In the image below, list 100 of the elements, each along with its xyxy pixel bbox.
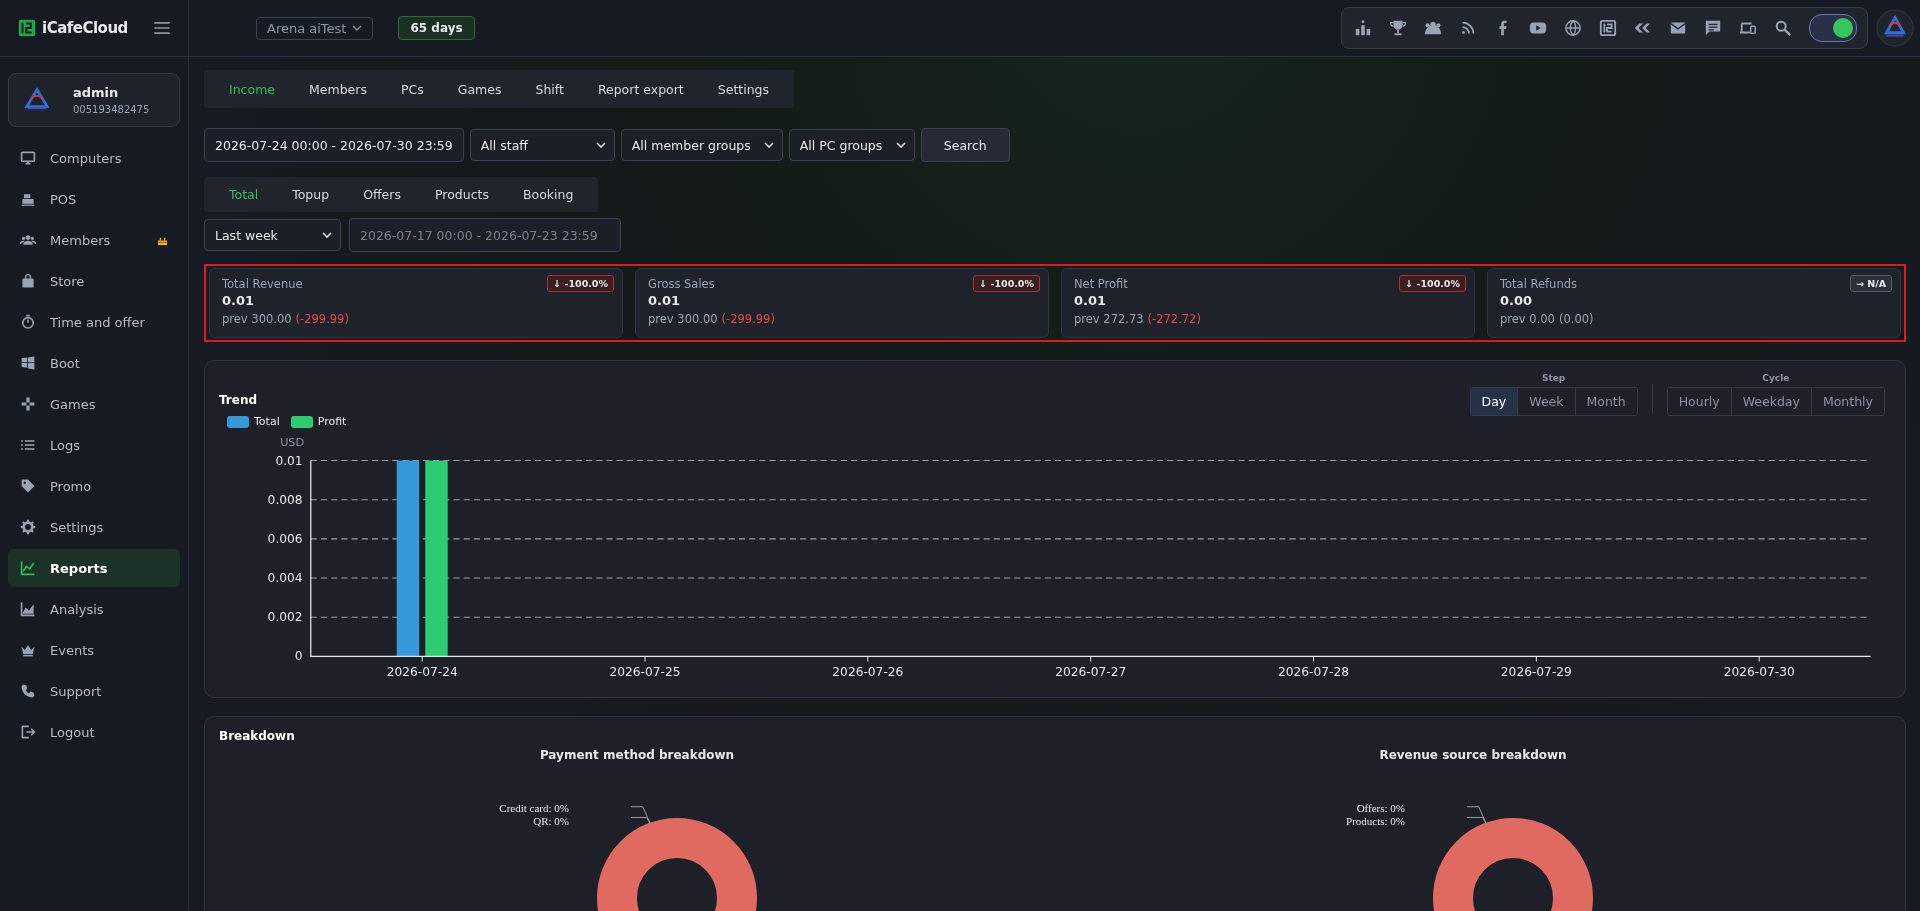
card-value: 0.01	[1074, 293, 1108, 308]
profile-id: 005193482475	[73, 104, 150, 115]
segment-button[interactable]: Day	[1470, 388, 1518, 415]
gamepad-icon	[20, 396, 36, 412]
tab[interactable]: Income	[212, 81, 292, 97]
segment-button[interactable]: Weekday	[1730, 388, 1811, 415]
slice-label: Products: 0%	[1346, 814, 1405, 828]
previous-value: prev 300.00	[222, 312, 292, 326]
search-button[interactable]: Search	[920, 128, 1010, 162]
segment-button[interactable]: Month	[1574, 388, 1637, 415]
bag-icon	[20, 273, 36, 289]
tab[interactable]: Booking	[505, 187, 591, 202]
chevron-down-icon	[895, 142, 906, 148]
panel-title: Breakdown	[219, 728, 295, 743]
days-badge: 65 days	[398, 16, 475, 40]
sidebar-item[interactable]: Computers	[8, 139, 180, 177]
tab[interactable]: Settings	[700, 81, 787, 97]
period-dropdown[interactable]: Last week	[204, 219, 341, 251]
sidebar-item[interactable]: Reports	[8, 549, 180, 587]
card-value: 0.01	[222, 293, 256, 308]
rss-icon[interactable]	[1459, 19, 1477, 37]
sidebar-item[interactable]: Time and offer	[8, 303, 180, 341]
sidebar-item[interactable]: Logout	[8, 713, 180, 751]
chart-bar[interactable]	[396, 460, 420, 657]
chart-title: Payment method breakdown	[539, 747, 735, 762]
change-amount: (-299.99)	[295, 312, 349, 326]
segment-button[interactable]: Week	[1517, 388, 1575, 415]
axis-tick-label: 0.008	[267, 492, 303, 507]
chevron-down-icon	[322, 232, 332, 238]
tab[interactable]: Total	[212, 187, 276, 202]
globe-icon[interactable]	[1564, 19, 1582, 37]
staff-dropdown[interactable]: All staff	[469, 129, 615, 161]
change-badge: ↓ -100.0%	[973, 275, 1040, 292]
leader-line	[631, 805, 651, 825]
axis-tick-label: 0.006	[267, 531, 303, 546]
monitor-icon	[20, 150, 36, 166]
segment-button[interactable]: Hourly	[1667, 388, 1731, 415]
previous-value: prev 300.00	[648, 312, 718, 326]
sidebar-item[interactable]: Store	[8, 262, 180, 300]
pc-group-dropdown[interactable]: All PC groups	[788, 129, 915, 161]
legend-label: Total	[254, 415, 280, 428]
sidebar-item[interactable]: Games	[8, 385, 180, 423]
member-group-dropdown[interactable]: All member groups	[620, 129, 783, 161]
axis-tick-label: 2026-07-25	[609, 664, 681, 679]
tab[interactable]: Report export	[580, 81, 701, 97]
avatar-logo-icon[interactable]	[1876, 9, 1914, 47]
sidebar-item[interactable]: Boot	[8, 344, 180, 382]
panel-title: Trend	[219, 393, 259, 407]
profile-name: admin	[73, 85, 120, 100]
tab[interactable]: Offers	[346, 187, 418, 202]
tab[interactable]: Topup	[275, 187, 347, 202]
gear-icon	[20, 519, 36, 535]
card-title: Net Profit	[1074, 276, 1128, 291]
change-amount: (-272.72)	[1147, 312, 1201, 326]
brand-name: iCafeCloud	[42, 19, 129, 37]
toggle-switch[interactable]	[1809, 14, 1857, 42]
sidebar-item[interactable]: Members	[8, 221, 180, 259]
axis-tick-label: 2026-07-29	[1500, 664, 1572, 679]
tab[interactable]: Products	[417, 187, 506, 202]
leaderboard-icon[interactable]	[1354, 19, 1372, 37]
slice-label: Credit card: 0%	[499, 801, 569, 815]
area-icon	[20, 601, 36, 617]
profile-card[interactable]: admin 005193482475	[8, 73, 180, 127]
sidebar-item[interactable]: Logs	[8, 426, 180, 464]
sidebar-item[interactable]: POS	[8, 180, 180, 218]
slice-label: Offers: 0%	[1356, 801, 1405, 815]
logo-icon[interactable]	[1599, 19, 1617, 37]
chart-icon	[20, 560, 36, 576]
menu-icon[interactable]	[154, 22, 170, 34]
change-amount: (0.00)	[1558, 312, 1594, 326]
legend-swatch[interactable]	[290, 415, 313, 428]
arena-dropdown[interactable]: Arena aiTest	[256, 16, 374, 40]
sidebar-item[interactable]: Events	[8, 631, 180, 669]
chat-icon[interactable]	[1704, 19, 1722, 37]
tab[interactable]: Shift	[518, 81, 581, 97]
group-icon	[20, 232, 36, 248]
sidebar-item[interactable]: Promo	[8, 467, 180, 505]
axis-tick-label: 2026-07-27	[1055, 664, 1127, 679]
brand-logo-icon	[18, 19, 36, 37]
chevron-down-icon	[352, 25, 363, 31]
sidebar-item[interactable]: Analysis	[8, 590, 180, 628]
tab[interactable]: Games	[440, 81, 519, 97]
card-title: Total Refunds	[1500, 276, 1577, 291]
search-icon[interactable]	[1774, 19, 1792, 37]
previous-value: prev 272.73	[1074, 312, 1144, 326]
sidebar-item[interactable]: Settings	[8, 508, 180, 546]
tab[interactable]: Members	[292, 81, 384, 97]
card-value: 0.00	[1500, 293, 1534, 308]
compare-range-field[interactable]: 2026-07-17 00:00 - 2026-07-23 23:59	[349, 218, 621, 252]
list-icon	[20, 437, 36, 453]
trophy-icon[interactable]	[1389, 19, 1407, 37]
legend-swatch[interactable]	[227, 415, 249, 428]
previous-value: prev 0.00	[1500, 312, 1555, 326]
phone-icon	[20, 683, 36, 699]
tab[interactable]: PCs	[383, 81, 441, 97]
sidebar-item[interactable]: Support	[8, 672, 180, 710]
segment-button[interactable]: Monthly	[1810, 388, 1884, 415]
group-icon[interactable]	[1424, 19, 1442, 37]
date-range-field[interactable]: 2026-07-24 00:00 - 2026-07-30 23:59	[204, 128, 464, 162]
axis-tick-label: 0	[294, 649, 303, 664]
